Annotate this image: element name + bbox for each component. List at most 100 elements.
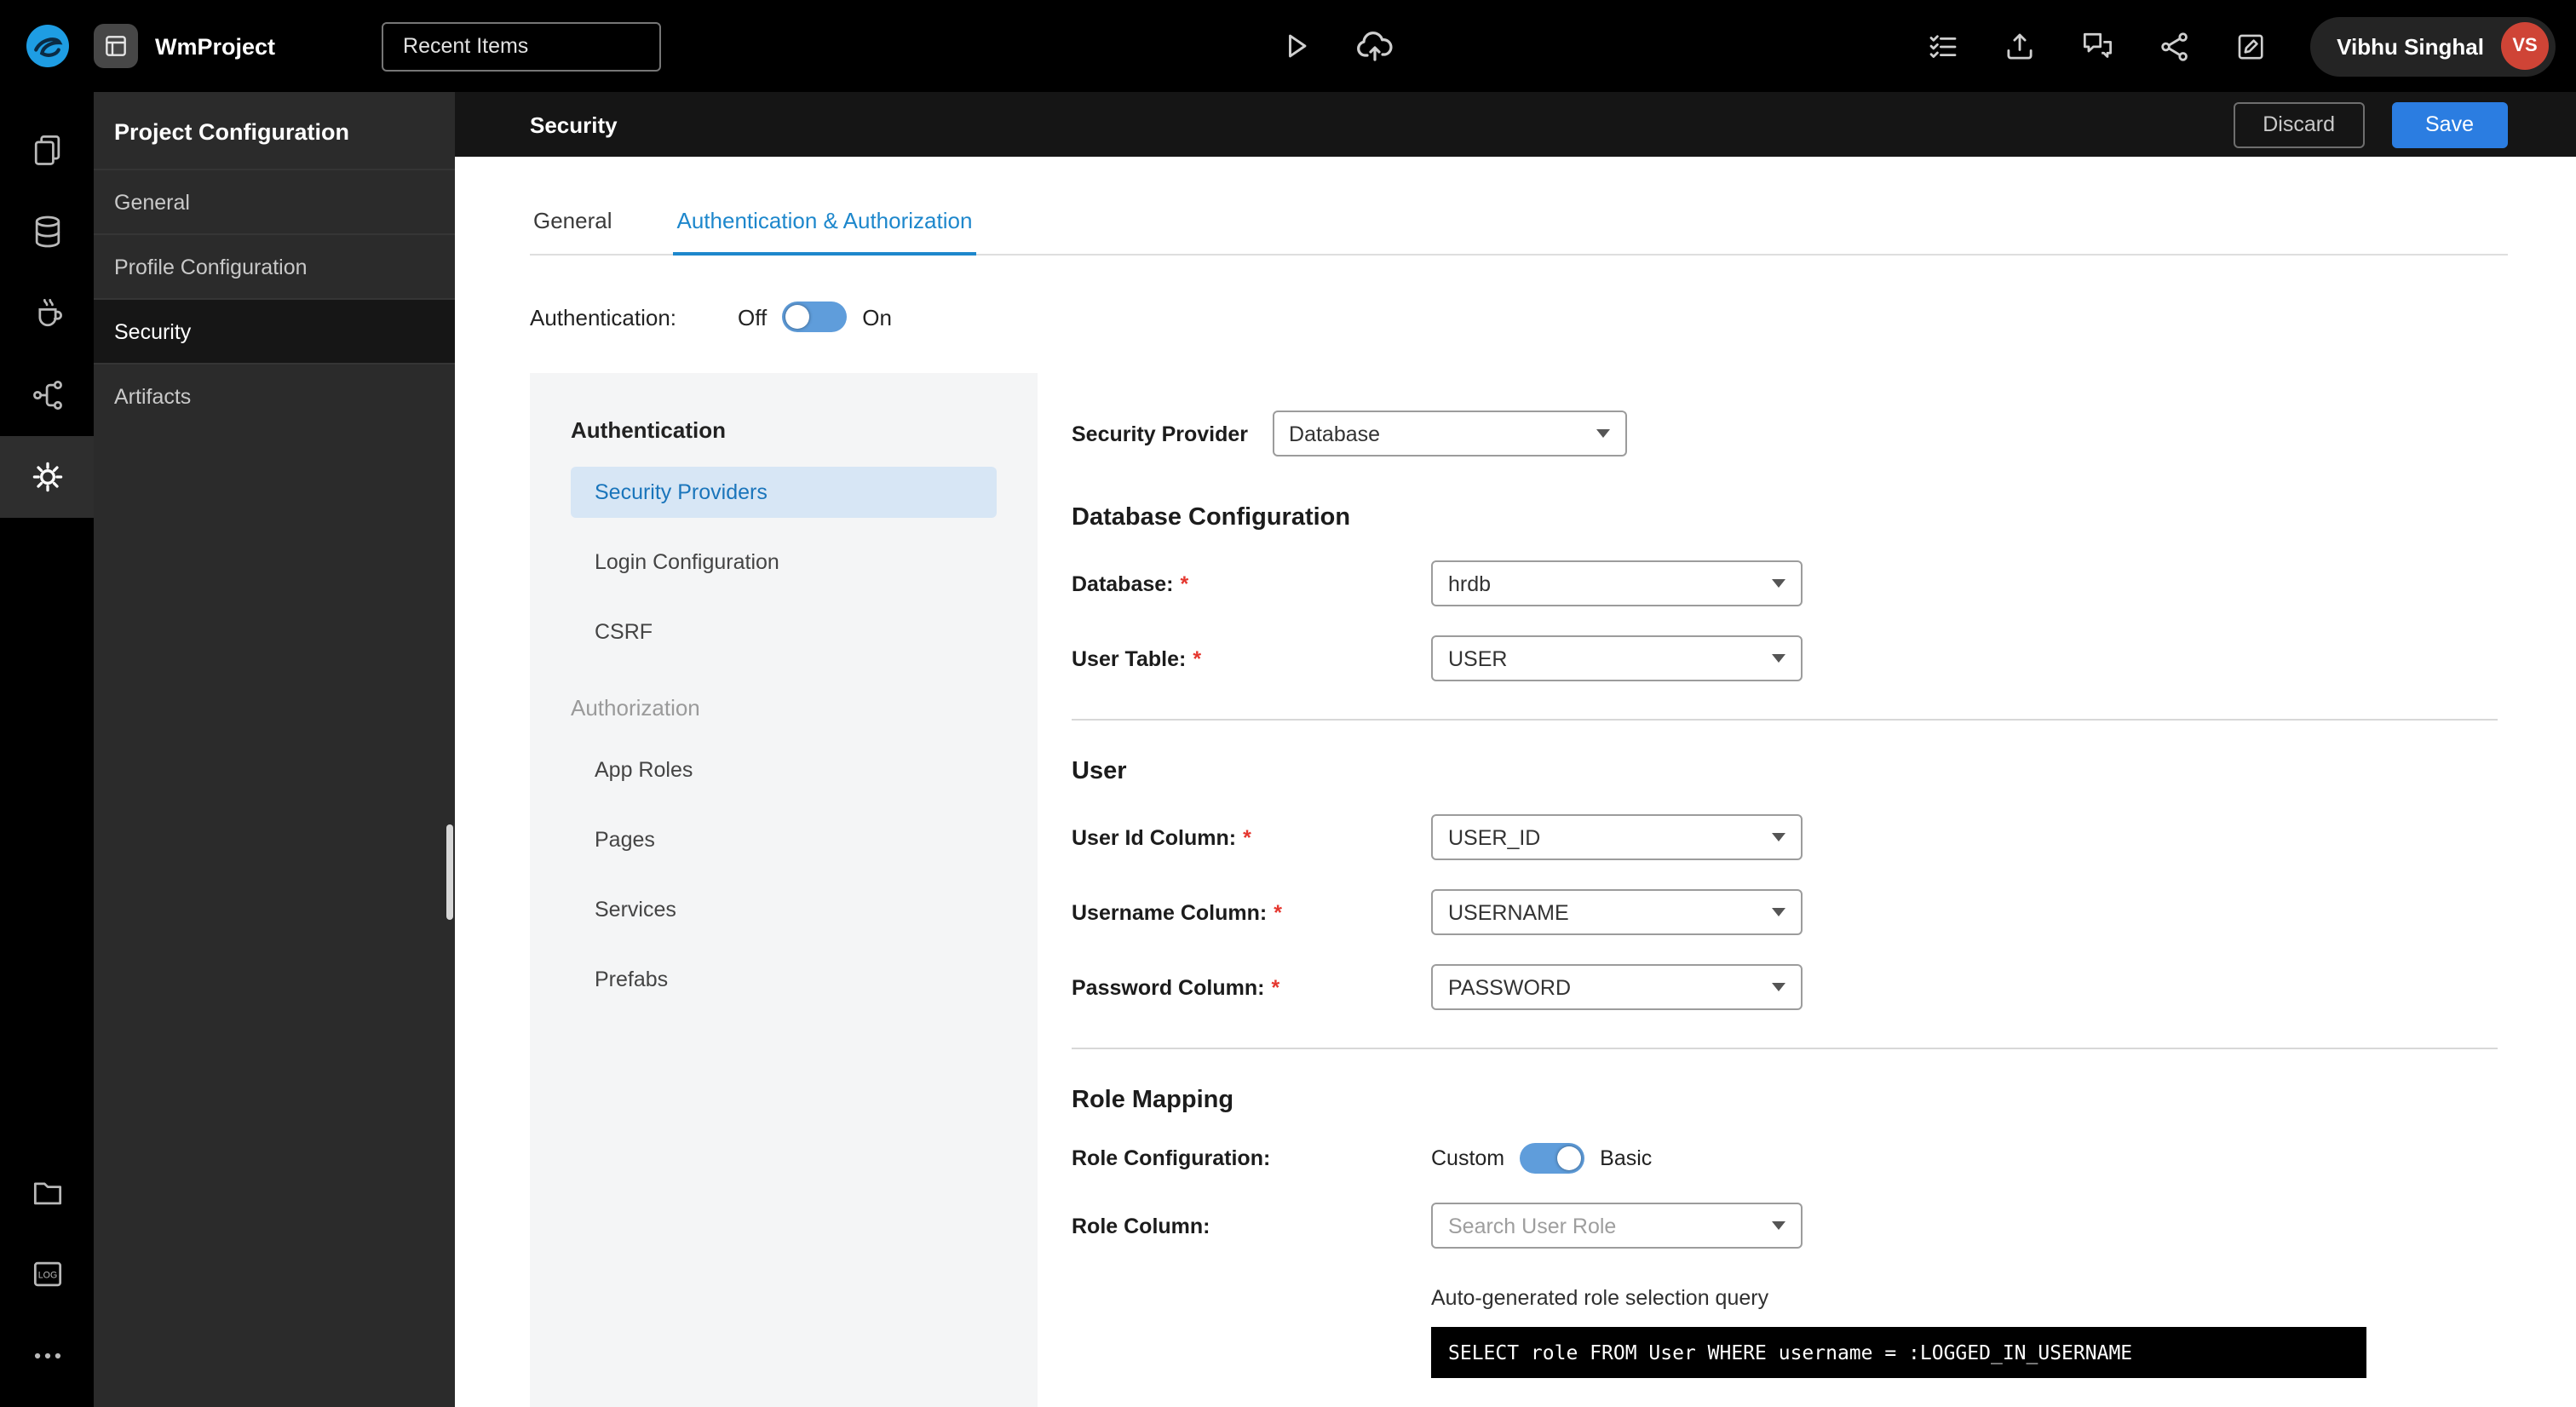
rail-item-settings[interactable] [0, 436, 94, 518]
select-value: USER_ID [1448, 825, 1541, 849]
select-value: USER [1448, 646, 1508, 670]
page-title: Security [530, 112, 618, 137]
project-chip[interactable]: WmProject [94, 24, 275, 68]
wavemaker-logo-icon [26, 25, 68, 67]
share-icon[interactable] [2156, 28, 2192, 64]
avatar: VS [2501, 22, 2549, 70]
rail-item-files[interactable] [0, 1151, 94, 1233]
chat-icon[interactable] [2078, 27, 2115, 65]
user-id-column-select[interactable]: USER_ID [1431, 814, 1803, 860]
security-provider-select[interactable]: Database [1272, 411, 1627, 457]
subnav-item-services[interactable]: Services [571, 884, 997, 935]
main-area: Security Discard Save General Authentica… [455, 92, 2576, 1407]
svg-text:LOG: LOG [37, 1270, 56, 1280]
discard-button[interactable]: Discard [2234, 101, 2364, 147]
subnav-item-app-roles[interactable]: App Roles [571, 744, 997, 795]
sidebar-item-security[interactable]: Security [94, 298, 455, 363]
chevron-down-icon [1772, 983, 1785, 991]
sidebar-item-label: Artifacts [114, 384, 192, 408]
username-column-select[interactable]: USERNAME [1431, 889, 1803, 935]
sidebar-item-label: Security [114, 319, 192, 343]
divider [1072, 719, 2498, 721]
checklist-icon[interactable] [1924, 28, 1960, 64]
role-configuration-toggle[interactable] [1520, 1143, 1585, 1174]
rail-item-more[interactable] [0, 1315, 94, 1397]
scrollbar-thumb[interactable] [446, 824, 453, 920]
rail-item-logs[interactable]: LOG [0, 1233, 94, 1315]
role-basic-label: Basic [1600, 1146, 1653, 1170]
left-rail: LOG [0, 92, 94, 1407]
subnav-item-label: Security Providers [595, 480, 768, 504]
subnav-item-security-providers[interactable]: Security Providers [571, 467, 997, 518]
rail-item-java-services[interactable] [0, 273, 94, 354]
required-asterisk: * [1180, 571, 1189, 595]
more-icon [33, 1352, 60, 1359]
database-icon [34, 215, 60, 248]
role-selection-query: SELECT role FROM User WHERE username = :… [1431, 1327, 2366, 1378]
content: General Authentication & Authorization A… [455, 157, 2576, 1407]
password-column-select[interactable]: PASSWORD [1431, 964, 1803, 1010]
role-custom-label: Custom [1431, 1146, 1505, 1170]
toggle-off-label: Off [738, 304, 768, 330]
user-table-field-row: User Table: * USER [1072, 635, 2498, 681]
subnav-section-authentication: Authentication [571, 417, 726, 443]
sidebar: Project Configuration General Profile Co… [94, 92, 455, 1407]
feedback-icon[interactable] [2233, 28, 2268, 64]
sidebar-item-profile-configuration[interactable]: Profile Configuration [94, 233, 455, 298]
toggle-on-label: On [862, 304, 892, 330]
topbar-right-actions: Vibhu Singhal VS [1924, 16, 2576, 76]
subnav-item-label: Login Configuration [595, 550, 779, 574]
role-mapping-title: Role Mapping [1072, 1087, 1234, 1114]
subnav-item-csrf[interactable]: CSRF [571, 606, 997, 658]
chevron-down-icon [1596, 429, 1610, 438]
role-column-label: Role Column: [1072, 1214, 1210, 1238]
user-section-title: User [1072, 758, 1127, 785]
subnav-item-prefabs[interactable]: Prefabs [571, 954, 997, 1005]
sidebar-item-artifacts[interactable]: Artifacts [94, 363, 455, 428]
required-asterisk: * [1193, 646, 1202, 670]
rail-item-database[interactable] [0, 191, 94, 273]
select-value: USERNAME [1448, 900, 1569, 924]
tab-general[interactable]: General [530, 208, 616, 254]
deploy-icon[interactable] [1354, 26, 1395, 66]
authentication-toggle-row: Authentication: Off On [530, 302, 2508, 332]
subnav-item-label: App Roles [595, 758, 693, 782]
recent-items-dropdown[interactable]: Recent Items [381, 21, 661, 71]
wavemaker-logo[interactable] [0, 20, 94, 72]
authentication-toggle[interactable] [782, 302, 848, 332]
project-icon [94, 24, 138, 68]
user-id-column-label: User Id Column: * [1072, 825, 1251, 849]
security-provider-label: Security Provider [1072, 422, 1249, 445]
subnav-item-pages[interactable]: Pages [571, 814, 997, 865]
tab-authentication-authorization[interactable]: Authentication & Authorization [673, 208, 976, 256]
role-column-select[interactable]: Search User Role [1431, 1203, 1803, 1249]
security-provider-form: Security Provider Database Database Conf… [1038, 373, 2508, 1407]
save-button[interactable]: Save [2391, 101, 2508, 147]
rail-item-pages[interactable] [0, 109, 94, 191]
rail-item-apis[interactable] [0, 354, 94, 436]
required-asterisk: * [1243, 825, 1251, 849]
username-field-row: Username Column: * USERNAME [1072, 889, 2498, 935]
chevron-down-icon [1772, 654, 1785, 663]
export-icon[interactable] [2001, 28, 2037, 64]
toggle-knob [1557, 1146, 1582, 1170]
rail-bottom-group: LOG [0, 1151, 94, 1407]
subnav-item-login-configuration[interactable]: Login Configuration [571, 537, 997, 588]
subnav-item-label: Pages [595, 828, 655, 852]
user-menu[interactable]: Vibhu Singhal VS [2309, 16, 2556, 76]
database-select[interactable]: hrdb [1431, 560, 1803, 606]
run-icon[interactable] [1276, 27, 1314, 65]
chevron-down-icon [1772, 1221, 1785, 1230]
user-table-select[interactable]: USER [1431, 635, 1803, 681]
role-configuration-row: Role Configuration: Custom Basic [1072, 1143, 2498, 1174]
security-provider-row: Security Provider Database [1072, 411, 2498, 457]
role-configuration-toggle-group: Custom Basic [1431, 1143, 1652, 1174]
java-services-icon [37, 299, 61, 327]
authentication-label: Authentication: [530, 304, 677, 330]
database-field-row: Database: * hrdb [1072, 560, 2498, 606]
files-icon [32, 1182, 61, 1205]
topbar-center-actions [1276, 26, 1395, 66]
sidebar-item-general[interactable]: General [94, 169, 455, 233]
user-id-field-row: User Id Column: * USER_ID [1072, 814, 2498, 860]
query-caption: Auto-generated role selection query [1431, 1286, 1769, 1310]
